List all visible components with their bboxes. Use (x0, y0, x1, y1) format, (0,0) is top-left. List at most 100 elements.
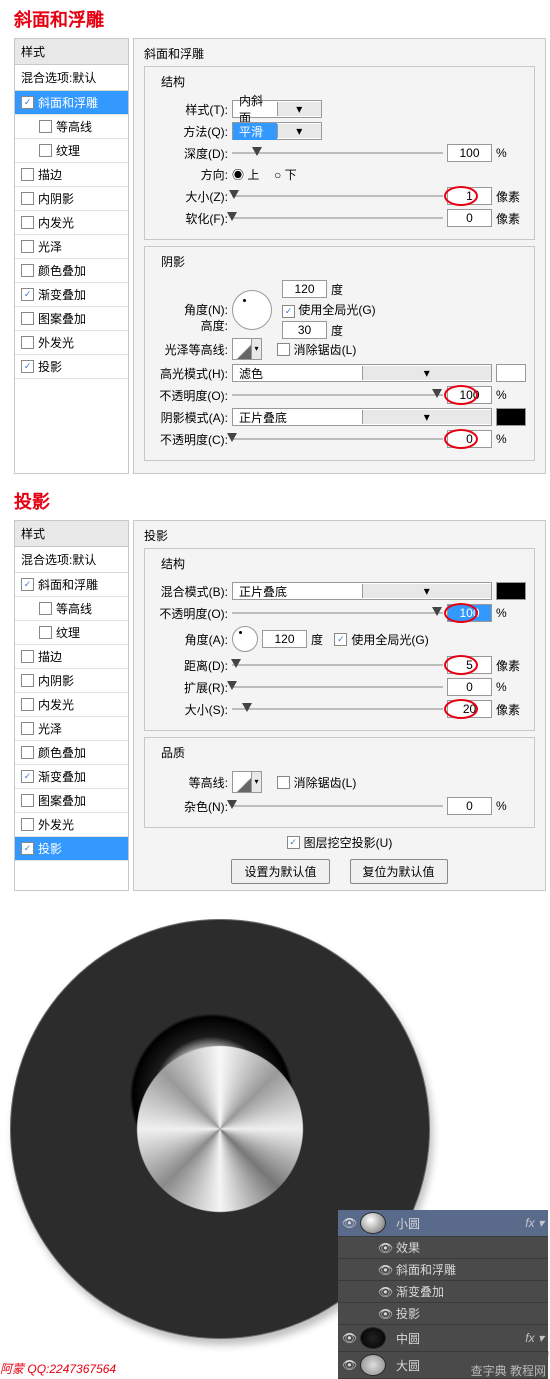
sh-color-swatch[interactable] (496, 408, 526, 426)
shmode-combo[interactable]: 正片叠底▾ (232, 408, 492, 426)
eye-icon[interactable]: 👁 (342, 1331, 356, 1345)
sidebar-item-inner-shadow[interactable]: 内阴影 (15, 669, 128, 693)
checkbox-icon[interactable] (21, 264, 34, 277)
checkbox-icon[interactable] (39, 626, 52, 639)
checkbox-icon[interactable] (21, 336, 34, 349)
eye-icon[interactable]: 👁 (378, 1263, 392, 1277)
soften-input[interactable]: 0 (447, 209, 492, 227)
fx-row[interactable]: 👁渐变叠加 (338, 1281, 548, 1303)
color-swatch[interactable] (496, 582, 526, 600)
checkbox-icon[interactable] (21, 794, 34, 807)
hiop-slider[interactable] (232, 388, 443, 402)
fx-row[interactable]: 👁效果 (338, 1237, 548, 1259)
spread-slider[interactable] (232, 680, 443, 694)
fx-row[interactable]: 👁投影 (338, 1303, 548, 1325)
sidebar-item-bevel[interactable]: ✓斜面和浮雕 (15, 573, 128, 597)
contour-picker[interactable]: ▾ (232, 771, 262, 793)
checkbox-icon[interactable] (21, 240, 34, 253)
checkbox-icon[interactable] (21, 650, 34, 663)
checkbox-icon[interactable]: ✓ (21, 96, 34, 109)
gloss-contour[interactable]: ▾ (232, 338, 262, 360)
checkbox-icon[interactable] (39, 144, 52, 157)
checkbox-icon[interactable] (39, 120, 52, 133)
sidebar-item-stroke[interactable]: 描边 (15, 163, 128, 187)
checkbox-icon[interactable]: ✓ (21, 288, 34, 301)
sidebar-item-gradient-overlay[interactable]: ✓渐变叠加 (15, 765, 128, 789)
checkbox-icon[interactable] (21, 674, 34, 687)
checkbox-icon[interactable] (277, 776, 290, 789)
depth-slider[interactable] (232, 146, 443, 160)
sidebar-item-contour[interactable]: 等高线 (15, 115, 128, 139)
sidebar-item-pattern-overlay[interactable]: 图案叠加 (15, 789, 128, 813)
checkbox-icon[interactable] (39, 602, 52, 615)
sidebar-item-inner-shadow[interactable]: 内阴影 (15, 187, 128, 211)
method-combo[interactable]: 平滑▾ (232, 122, 322, 140)
style-combo[interactable]: 内斜面▾ (232, 100, 322, 118)
layer-row[interactable]: 👁中圆fx ▾ (338, 1325, 548, 1352)
global-light-check[interactable]: ✓ 使用全局光(G) (282, 301, 376, 318)
eye-icon[interactable]: 👁 (378, 1285, 392, 1299)
eye-icon[interactable]: 👁 (342, 1358, 356, 1372)
checkbox-icon[interactable] (21, 168, 34, 181)
checkbox-icon[interactable] (21, 192, 34, 205)
eye-icon[interactable]: 👁 (342, 1216, 356, 1230)
shop-slider[interactable] (232, 432, 443, 446)
blend-options[interactable]: 混合选项:默认 (15, 65, 128, 91)
sidebar-item-color-overlay[interactable]: 颜色叠加 (15, 259, 128, 283)
reset-default-button[interactable]: 复位为默认值 (350, 859, 448, 884)
fx-icon[interactable]: fx ▾ (525, 1216, 544, 1230)
size-input[interactable]: 20 (447, 700, 492, 718)
shop-input[interactable]: 0 (447, 430, 492, 448)
spread-input[interactable]: 0 (447, 678, 492, 696)
sidebar-item-outer-glow[interactable]: 外发光 (15, 813, 128, 837)
size-input[interactable]: 1 (447, 187, 492, 205)
checkbox-icon[interactable]: ✓ (21, 578, 34, 591)
sidebar-item-contour[interactable]: 等高线 (15, 597, 128, 621)
mode-combo[interactable]: 正片叠底▾ (232, 582, 492, 600)
make-default-button[interactable]: 设置为默认值 (231, 859, 329, 884)
sidebar-item-inner-glow[interactable]: 内发光 (15, 211, 128, 235)
eye-icon[interactable]: 👁 (378, 1241, 392, 1255)
checkbox-icon[interactable] (21, 818, 34, 831)
hi-color-swatch[interactable] (496, 364, 526, 382)
op-slider[interactable] (232, 606, 443, 620)
sidebar-item-texture[interactable]: 纹理 (15, 139, 128, 163)
size-slider[interactable] (232, 189, 443, 203)
checkbox-icon[interactable] (277, 343, 290, 356)
eye-icon[interactable]: 👁 (378, 1307, 392, 1321)
sidebar-item-drop-shadow[interactable]: ✓投影 (15, 355, 128, 379)
sidebar-item-bevel[interactable]: ✓斜面和浮雕 (15, 91, 128, 115)
sidebar-item-texture[interactable]: 纹理 (15, 621, 128, 645)
hiop-input[interactable]: 100 (447, 386, 492, 404)
layer-row[interactable]: 👁小圆fx ▾ (338, 1210, 548, 1237)
checkbox-icon[interactable]: ✓ (21, 360, 34, 373)
checkbox-icon[interactable]: ✓ (21, 842, 34, 855)
radio-down[interactable]: ○ 下 (274, 166, 297, 183)
checkbox-icon[interactable] (21, 216, 34, 229)
sidebar-item-pattern-overlay[interactable]: 图案叠加 (15, 307, 128, 331)
sidebar-item-drop-shadow[interactable]: ✓投影 (15, 837, 128, 861)
fx-icon[interactable]: fx ▾ (525, 1331, 544, 1345)
checkbox-icon[interactable]: ✓ (287, 836, 300, 849)
sidebar-item-stroke[interactable]: 描边 (15, 645, 128, 669)
angle-wheel[interactable] (232, 626, 258, 652)
angle-wheel[interactable] (232, 290, 272, 330)
sidebar-item-inner-glow[interactable]: 内发光 (15, 693, 128, 717)
fx-row[interactable]: 👁斜面和浮雕 (338, 1259, 548, 1281)
dist-slider[interactable] (232, 658, 443, 672)
radio-up[interactable]: ◉ 上 (232, 166, 259, 183)
checkbox-icon[interactable]: ✓ (21, 770, 34, 783)
checkbox-icon[interactable] (21, 746, 34, 759)
sidebar-item-color-overlay[interactable]: 颜色叠加 (15, 741, 128, 765)
depth-input[interactable]: 100 (447, 144, 492, 162)
checkbox-icon[interactable] (21, 722, 34, 735)
sidebar-item-gradient-overlay[interactable]: ✓渐变叠加 (15, 283, 128, 307)
noise-input[interactable]: 0 (447, 797, 492, 815)
layer-row[interactable]: 👁大圆查字典 教程网 (338, 1352, 548, 1379)
sidebar-item-satin[interactable]: 光泽 (15, 235, 128, 259)
checkbox-icon[interactable] (21, 698, 34, 711)
noise-slider[interactable] (232, 799, 443, 813)
angle-input[interactable]: 120 (282, 280, 327, 298)
dist-input[interactable]: 5 (447, 656, 492, 674)
size-slider[interactable] (232, 702, 443, 716)
